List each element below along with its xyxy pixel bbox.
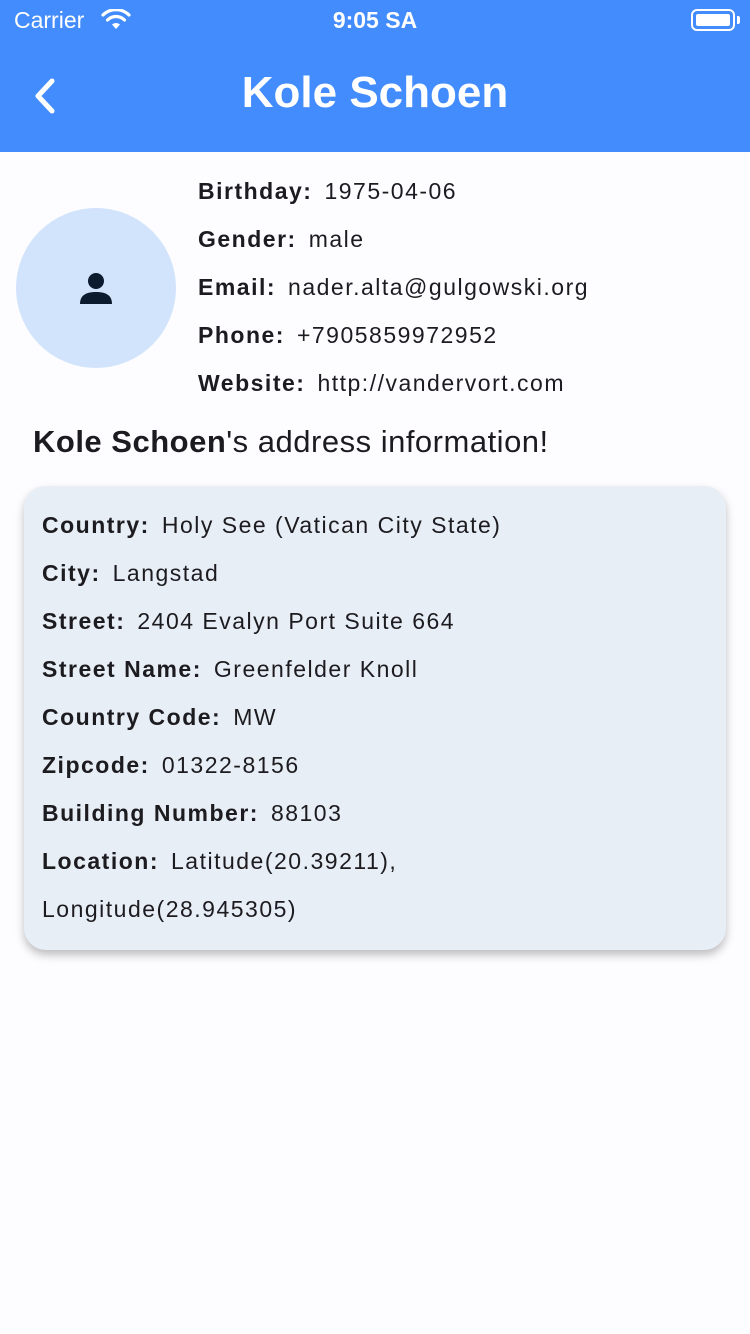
battery-icon bbox=[691, 9, 735, 31]
phone-value: +7905859972952 bbox=[296, 322, 498, 348]
building-number-value: 88103 bbox=[270, 800, 343, 826]
building-number-label: Building Number: bbox=[42, 800, 259, 826]
street-name-label: Street Name: bbox=[42, 656, 202, 682]
country-code-value: MW bbox=[233, 704, 278, 730]
website-value: http://vandervort.com bbox=[317, 370, 565, 396]
battery-tip bbox=[737, 16, 740, 24]
gender-label: Gender: bbox=[198, 226, 297, 252]
person-icon bbox=[80, 273, 112, 304]
street-label: Street: bbox=[42, 608, 126, 634]
zipcode-row: Zipcode: 01322-8156 bbox=[42, 752, 300, 779]
page-title: Kole Schoen bbox=[241, 68, 509, 117]
address-heading-name: Kole Schoen bbox=[33, 424, 227, 459]
street-name-row: Street Name: Greenfelder Knoll bbox=[42, 656, 418, 683]
website-row: Website: http://vandervort.com bbox=[198, 370, 565, 397]
location-label: Location: bbox=[42, 848, 159, 874]
gender-value: male bbox=[308, 226, 365, 252]
clock: 9:05 SA bbox=[332, 7, 418, 33]
app-bar: Kole Schoen bbox=[0, 40, 750, 152]
battery-level bbox=[696, 14, 730, 26]
email-row: Email: nader.alta@gulgowski.org bbox=[198, 274, 589, 301]
location-longitude: Longitude(28.945305) bbox=[42, 896, 298, 922]
zipcode-label: Zipcode: bbox=[42, 752, 150, 778]
email-value: nader.alta@gulgowski.org bbox=[288, 274, 590, 300]
building-number-row: Building Number: 88103 bbox=[42, 800, 342, 827]
avatar bbox=[16, 208, 176, 368]
phone-label: Phone: bbox=[198, 322, 285, 348]
address-heading: Kole Schoen's address information! bbox=[33, 424, 549, 460]
birthday-row: Birthday: 1975-04-06 bbox=[198, 178, 457, 205]
country-value: Holy See (Vatican City State) bbox=[161, 512, 502, 538]
location-value: Latitude(20.39211), bbox=[171, 848, 398, 874]
birthday-value: 1975-04-06 bbox=[324, 178, 458, 204]
phone-row: Phone: +7905859972952 bbox=[198, 322, 498, 349]
city-row: City: Langstad bbox=[42, 560, 219, 587]
country-code-row: Country Code: MW bbox=[42, 704, 277, 731]
country-label: Country: bbox=[42, 512, 150, 538]
location-row: Location: Latitude(20.39211), bbox=[42, 848, 397, 875]
address-heading-suffix: 's address information! bbox=[226, 424, 549, 459]
street-row: Street: 2404 Evalyn Port Suite 664 bbox=[42, 608, 455, 635]
city-value: Langstad bbox=[112, 560, 220, 586]
street-name-value: Greenfelder Knoll bbox=[213, 656, 419, 682]
website-label: Website: bbox=[198, 370, 306, 396]
status-bar: Carrier 9:05 SA bbox=[0, 0, 750, 40]
birthday-label: Birthday: bbox=[198, 178, 313, 204]
country-code-label: Country Code: bbox=[42, 704, 222, 730]
country-row: Country: Holy See (Vatican City State) bbox=[42, 512, 501, 539]
street-value: 2404 Evalyn Port Suite 664 bbox=[137, 608, 456, 634]
zipcode-value: 01322-8156 bbox=[161, 752, 300, 778]
city-label: City: bbox=[42, 560, 101, 586]
gender-row: Gender: male bbox=[198, 226, 365, 253]
address-card: Country: Holy See (Vatican City State) Ci… bbox=[24, 486, 726, 950]
email-label: Email: bbox=[198, 274, 277, 300]
